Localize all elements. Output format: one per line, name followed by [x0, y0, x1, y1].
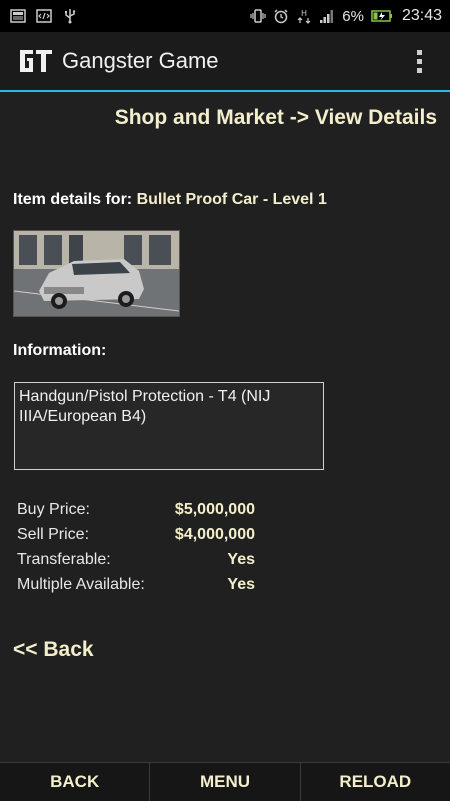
detail-row-multiple-available: Multiple Available: Yes [17, 572, 255, 597]
battery-percent: 6% [342, 7, 364, 25]
item-name: Bullet Proof Car - Level 1 [136, 191, 327, 208]
screenshot-notification-icon [10, 8, 26, 24]
detail-row-sell-price: Sell Price: $4,000,000 [17, 522, 255, 547]
overflow-menu-icon[interactable] [417, 49, 422, 73]
reload-button[interactable]: RELOAD [301, 763, 450, 801]
main-content: Shop and Market -> View Details Item det… [0, 92, 450, 762]
sell-price-label: Sell Price: [17, 525, 90, 543]
buy-price-value: $5,000,000 [174, 500, 255, 518]
alarm-icon [273, 8, 289, 24]
sell-price-value: $4,000,000 [174, 525, 255, 543]
item-prefix: Item details for: [13, 191, 137, 208]
item-details-line: Item details for: Bullet Proof Car - Lev… [13, 191, 327, 209]
buy-price-label: Buy Price: [17, 500, 90, 518]
bottom-nav-bar: BACK MENU RELOAD [0, 762, 450, 801]
back-button[interactable]: BACK [0, 763, 151, 801]
usb-icon [62, 8, 78, 24]
menu-button[interactable]: MENU [150, 763, 301, 801]
back-link[interactable]: << Back [13, 638, 94, 662]
multiple-available-value: Yes [227, 575, 255, 593]
status-bar: H 6% 23:43 [0, 0, 450, 32]
detail-row-transferable: Transferable: Yes [17, 547, 255, 572]
action-bar: Gangster Game [0, 32, 450, 92]
vibrate-icon [250, 8, 266, 24]
item-photo [13, 230, 180, 317]
page-heading: Shop and Market -> View Details [114, 106, 437, 129]
details-table: Buy Price: $5,000,000 Sell Price: $4,000… [17, 497, 255, 597]
battery-charging-icon [371, 8, 393, 24]
information-text-box: Handgun/Pistol Protection - T4 (NIJ IIIA… [14, 382, 324, 470]
multiple-available-label: Multiple Available: [17, 575, 145, 593]
clock: 23:43 [401, 7, 442, 24]
detail-row-buy-price: Buy Price: $5,000,000 [17, 497, 255, 522]
data-activity-icon: H [296, 8, 312, 24]
signal-strength-icon [319, 8, 335, 24]
app-logo-icon [18, 46, 54, 76]
transferable-label: Transferable: [17, 550, 111, 568]
developer-code-icon [36, 8, 52, 24]
svg-text:H: H [301, 9, 307, 18]
transferable-value: Yes [227, 550, 255, 568]
app-title: Gangster Game [62, 48, 219, 73]
information-label: Information: [13, 342, 107, 359]
